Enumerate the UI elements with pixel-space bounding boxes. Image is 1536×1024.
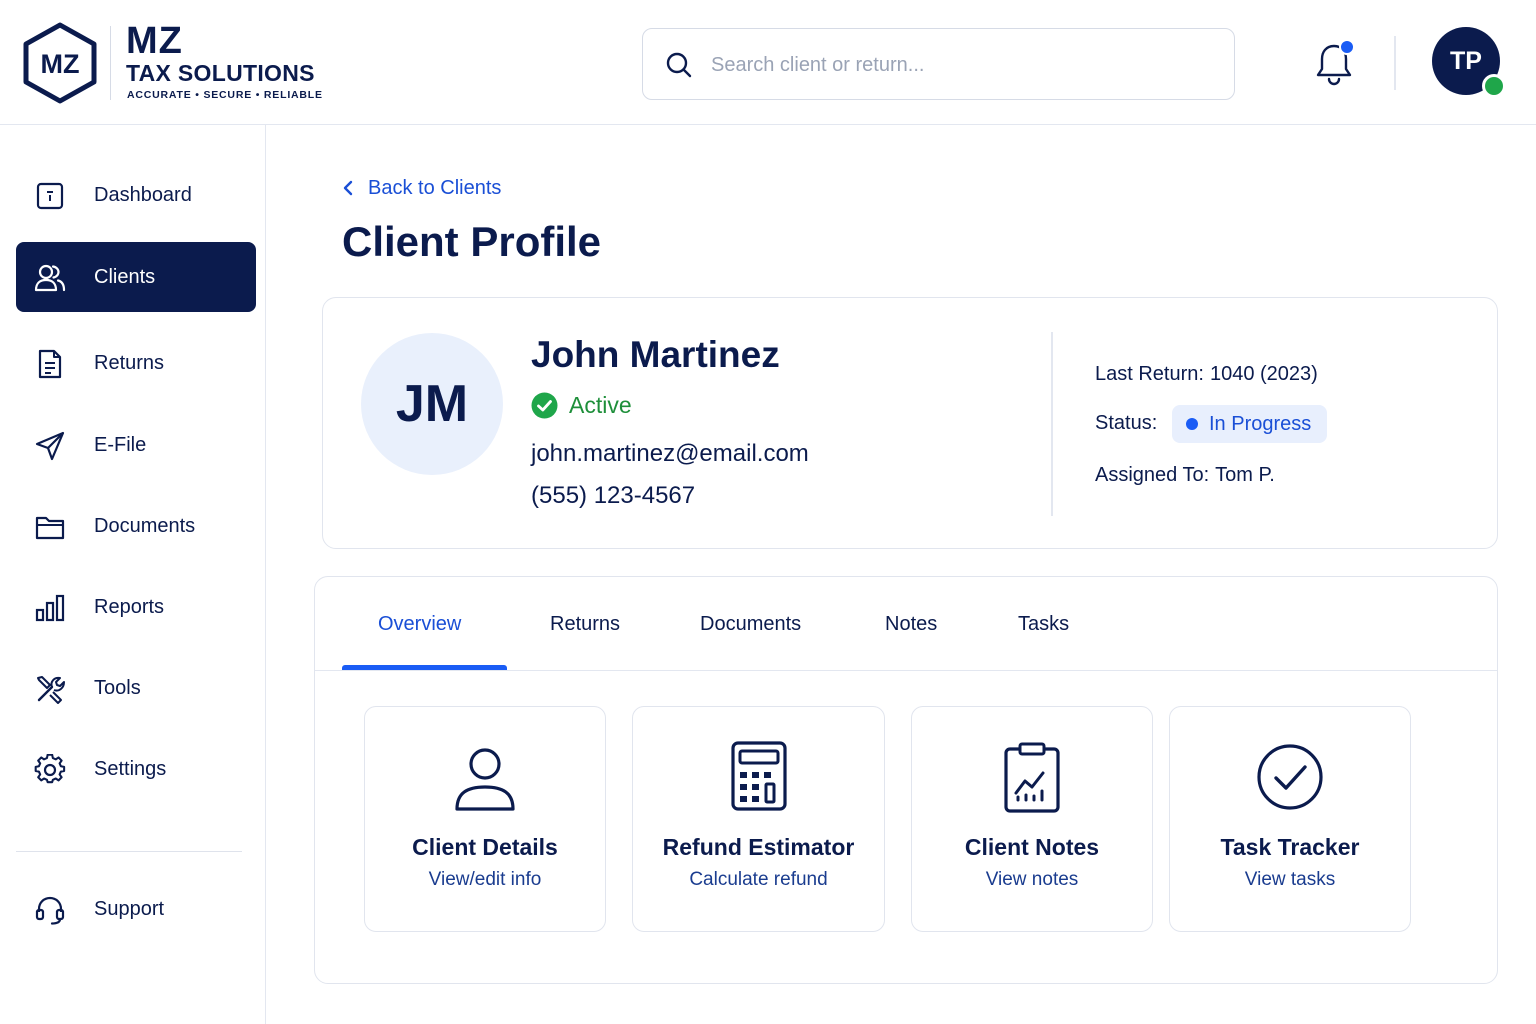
tab-overview[interactable]: Overview xyxy=(378,613,461,636)
assigned-to-row: Assigned To: Tom P. xyxy=(1095,464,1275,487)
sidebar-item-returns[interactable]: Returns xyxy=(16,328,256,398)
client-avatar: JM xyxy=(361,333,503,475)
status-badge-label: In Progress xyxy=(1209,412,1312,435)
client-tabs-panel: Overview Returns Documents Notes Tasks C… xyxy=(314,576,1498,984)
sidebar-item-label: Reports xyxy=(94,595,165,618)
tile-subtitle: View notes xyxy=(985,869,1079,890)
headset-icon xyxy=(35,896,65,925)
chevron-left-icon xyxy=(343,180,353,196)
tab-tasks[interactable]: Tasks xyxy=(1018,613,1069,636)
logo-mark-text: MZ xyxy=(41,49,80,79)
return-status-label: Status: xyxy=(1095,412,1158,434)
sidebar-item-label: Documents xyxy=(94,514,196,537)
status-badge: In Progress xyxy=(1172,405,1328,443)
sidebar-item-tools[interactable]: Tools xyxy=(16,653,256,723)
calculator-icon xyxy=(730,741,787,811)
tile-subtitle: View tasks xyxy=(1244,869,1336,890)
client-details-card[interactable]: Client Details View/edit info xyxy=(364,706,606,932)
sidebar-item-label: E-File xyxy=(94,433,147,456)
assigned-to-value: Tom P. xyxy=(1215,464,1275,486)
client-email: john.martinez@email.com xyxy=(531,440,809,467)
top-header: MZ MZ TAX SOLUTIONS ACCURATE • SECURE • … xyxy=(0,0,1536,125)
online-status-dot xyxy=(1482,74,1506,98)
client-phone: (555) 123-4567 xyxy=(531,482,696,509)
sidebar-item-dashboard[interactable]: Dashboard xyxy=(16,160,256,230)
last-return-label: Last Return: xyxy=(1095,363,1204,385)
sidebar-item-label: Support xyxy=(94,897,165,920)
tile-title: Task Tracker xyxy=(1220,834,1360,860)
tile-title: Client Notes xyxy=(964,834,1100,860)
task-tracker-card[interactable]: Task Tracker View tasks xyxy=(1169,706,1411,932)
sidebar-item-settings[interactable]: Settings xyxy=(16,734,256,804)
search-input[interactable] xyxy=(711,47,1211,83)
send-icon xyxy=(35,431,65,461)
sidebar-item-label: Dashboard xyxy=(94,183,192,206)
check-badge-icon xyxy=(531,392,558,419)
client-name: John Martinez xyxy=(531,334,780,375)
users-icon xyxy=(34,264,66,292)
logo-divider xyxy=(110,26,111,100)
dashboard-icon xyxy=(36,182,64,210)
brand-name-top: MZ xyxy=(126,20,183,62)
sidebar-item-documents[interactable]: Documents xyxy=(16,491,256,561)
sidebar-item-clients[interactable]: Clients xyxy=(16,242,256,312)
sidebar: Dashboard Clients Returns E-File Documen… xyxy=(0,125,266,1024)
tab-documents[interactable]: Documents xyxy=(700,613,801,636)
sidebar-item-label: Tools xyxy=(94,676,141,699)
sidebar-item-label: Settings xyxy=(94,757,167,780)
sidebar-item-label: Returns xyxy=(94,351,165,374)
header-divider xyxy=(1394,36,1396,90)
bar-chart-icon xyxy=(35,594,65,622)
check-circle-icon xyxy=(1257,744,1323,810)
notification-dot xyxy=(1339,39,1355,55)
sidebar-item-support[interactable]: Support xyxy=(16,874,256,944)
refund-estimator-card[interactable]: Refund Estimator Calculate refund xyxy=(632,706,885,932)
user-initials: TP xyxy=(1450,46,1482,75)
back-link-label: Back to Clients xyxy=(368,176,502,199)
sidebar-item-label: Clients xyxy=(94,265,156,288)
client-initials: JM xyxy=(395,375,469,433)
back-to-clients-link[interactable]: Back to Clients xyxy=(340,174,501,202)
client-profile-card: JM John Martinez Active john.martinez@em… xyxy=(322,297,1498,549)
client-status: Active xyxy=(531,392,632,419)
clipboard-chart-icon xyxy=(1004,742,1060,813)
active-tab-indicator xyxy=(342,665,507,670)
tools-icon xyxy=(37,676,65,704)
brand-name-bottom: TAX SOLUTIONS xyxy=(126,60,315,86)
folder-icon xyxy=(35,516,65,540)
logo-hexagon-icon: MZ xyxy=(22,22,98,104)
client-status-label: Active xyxy=(569,392,632,418)
status-dot xyxy=(1186,418,1198,430)
brand-tagline: ACCURATE • SECURE • RELIABLE xyxy=(127,89,323,101)
document-icon xyxy=(38,349,62,379)
sidebar-item-reports[interactable]: Reports xyxy=(16,572,256,642)
last-return-value: 1040 (2023) xyxy=(1209,363,1318,385)
tile-title: Refund Estimator xyxy=(662,834,855,860)
gear-icon xyxy=(34,754,66,784)
tab-notes[interactable]: Notes xyxy=(885,613,937,636)
search-box[interactable] xyxy=(642,28,1235,100)
card-divider xyxy=(1051,332,1053,516)
assigned-to-label: Assigned To: xyxy=(1095,464,1210,486)
tile-subtitle: View/edit info xyxy=(428,869,542,890)
last-return-row: Last Return: 1040 (2023) xyxy=(1095,363,1318,386)
search-icon xyxy=(666,52,692,78)
sidebar-divider xyxy=(16,851,242,852)
tab-bar: Overview Returns Documents Notes Tasks xyxy=(315,577,1497,671)
tab-returns[interactable]: Returns xyxy=(550,613,620,636)
person-icon xyxy=(455,748,515,811)
tile-subtitle: Calculate refund xyxy=(689,869,828,890)
client-notes-card[interactable]: Client Notes View notes xyxy=(911,706,1153,932)
tile-title: Client Details xyxy=(412,834,558,860)
sidebar-item-efile[interactable]: E-File xyxy=(16,410,256,480)
page-title: Client Profile xyxy=(342,218,602,265)
